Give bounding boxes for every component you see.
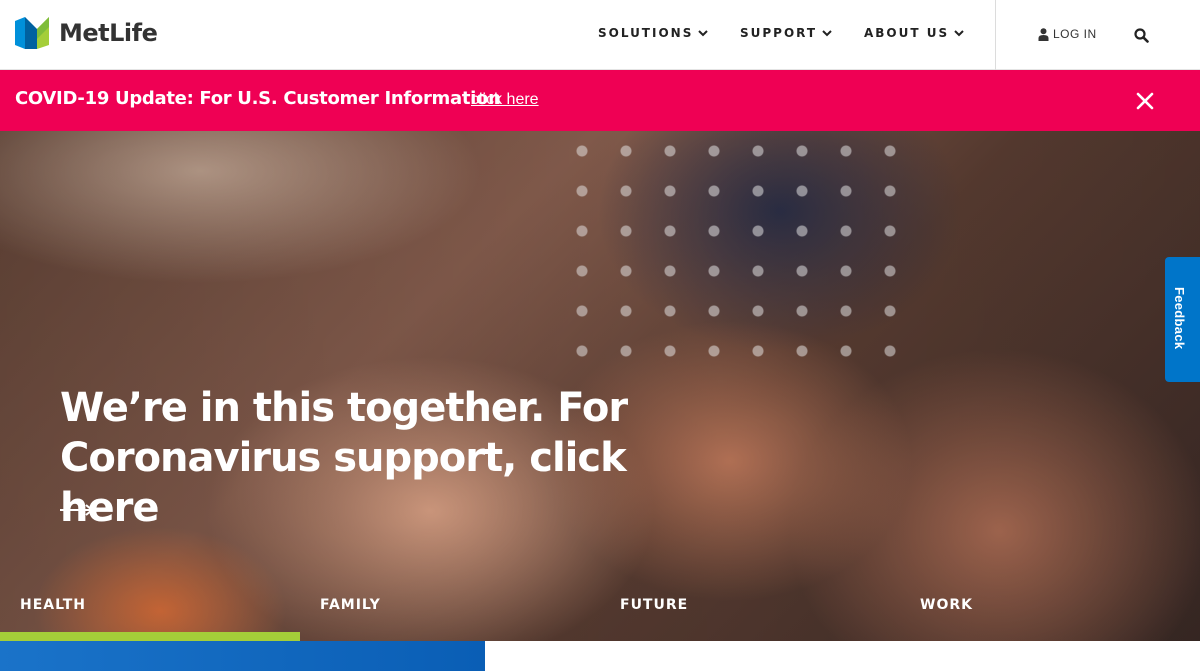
nav-solutions[interactable]: SOLUTIONS: [598, 26, 709, 40]
login-button[interactable]: LOG IN: [1038, 27, 1097, 41]
login-label: LOG IN: [1053, 27, 1097, 41]
close-icon[interactable]: [1134, 90, 1156, 112]
feedback-button[interactable]: Feedback: [1165, 257, 1200, 382]
nav-support-label: SUPPORT: [740, 26, 818, 40]
tab-work-label: WORK: [920, 597, 973, 613]
nav-about-us[interactable]: ABOUT US: [864, 26, 965, 40]
chevron-down-icon: [954, 30, 964, 37]
nav-divider: [995, 0, 996, 70]
metlife-logo[interactable]: MetLife: [15, 17, 158, 49]
promo-strip: [0, 641, 485, 671]
site-header: MetLife SOLUTIONS SUPPORT ABOUT US LOG I…: [0, 0, 1200, 70]
alert-link[interactable]: click here: [471, 91, 539, 109]
nav-support[interactable]: SUPPORT: [740, 26, 833, 40]
metlife-logo-icon: [15, 17, 49, 49]
tab-health-label: HEALTH: [20, 597, 86, 613]
search-button[interactable]: [1134, 28, 1149, 48]
chevron-down-icon: [698, 30, 709, 37]
alert-text: COVID-19 Update: For U.S. Customer Infor…: [15, 88, 501, 109]
tab-future[interactable]: FUTURE: [600, 591, 900, 641]
user-icon: [1038, 27, 1049, 41]
search-icon: [1134, 28, 1149, 43]
brand-name: MetLife: [59, 19, 158, 47]
nav-about-us-label: ABOUT US: [864, 26, 950, 40]
active-tab-indicator: [0, 632, 300, 641]
arrow-right-icon[interactable]: [60, 503, 94, 517]
covid-alert-banner: COVID-19 Update: For U.S. Customer Infor…: [0, 70, 1200, 131]
feedback-label: Feedback: [1172, 287, 1187, 350]
hero-title[interactable]: We’re in this together. For Coronavirus …: [60, 383, 700, 533]
hero-tabs: HEALTH FAMILY FUTURE WORK: [0, 591, 1200, 641]
tab-family[interactable]: FAMILY: [300, 591, 600, 641]
tab-work[interactable]: WORK: [900, 591, 1200, 641]
chevron-down-icon: [822, 30, 832, 37]
nav-solutions-label: SOLUTIONS: [598, 26, 694, 40]
tab-family-label: FAMILY: [320, 597, 381, 613]
tab-health[interactable]: HEALTH: [0, 591, 300, 641]
tab-future-label: FUTURE: [620, 597, 689, 613]
hero-banner[interactable]: We’re in this together. For Coronavirus …: [0, 131, 1200, 641]
